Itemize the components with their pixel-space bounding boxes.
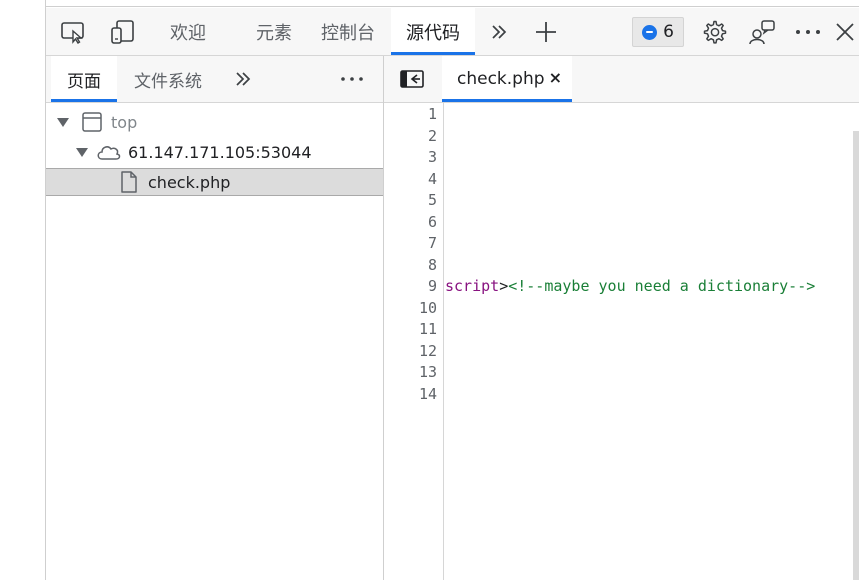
- tree-item-top[interactable]: top: [46, 108, 383, 136]
- line-number: 8: [427, 256, 437, 274]
- code-tag-close: >: [499, 277, 509, 295]
- tree-item-file[interactable]: check.php: [46, 168, 383, 196]
- device-toggle-icon: [110, 19, 136, 45]
- devtools-window: 欢迎 元素 控制台 源代码 6 页面 文件系统 top 61.147.171.1…: [0, 0, 859, 580]
- toggle-sidebar-icon: [399, 69, 425, 89]
- vertical-scrollbar[interactable]: [853, 131, 859, 580]
- settings-button[interactable]: [696, 8, 732, 55]
- window-top-edge: [0, 0, 859, 7]
- frame-icon: [81, 111, 103, 133]
- line-number: 6: [427, 213, 437, 231]
- expand-arrow-icon[interactable]: [76, 147, 88, 157]
- tree-item-host[interactable]: 61.147.171.105:53044: [46, 138, 383, 166]
- line-number: 4: [427, 170, 437, 188]
- more-options-icon: [340, 76, 364, 82]
- issues-icon: [642, 24, 658, 40]
- line-number: 2: [427, 127, 437, 145]
- toggle-navigator-button[interactable]: [394, 56, 430, 102]
- tab-filesystem[interactable]: 文件系统: [122, 56, 214, 102]
- device-toggle-button[interactable]: [104, 8, 142, 55]
- close-devtools-button[interactable]: [832, 8, 858, 55]
- line-number: 3: [427, 148, 437, 166]
- feedback-button[interactable]: [744, 8, 780, 55]
- line-number: 7: [427, 234, 437, 252]
- line-number: 5: [427, 191, 437, 209]
- expand-arrow-icon[interactable]: [57, 117, 69, 127]
- tab-filesystem-label: 文件系统: [134, 71, 202, 92]
- tab-sources[interactable]: 源代码: [391, 8, 475, 55]
- page-area: [0, 0, 46, 580]
- tree-item-label: check.php: [148, 172, 231, 192]
- line-number: 10: [418, 299, 437, 317]
- more-tabs-icon: [490, 23, 508, 41]
- inspect-button[interactable]: [54, 8, 92, 55]
- code-comment: <!--maybe you need a dictionary-->: [508, 277, 816, 295]
- editor-tabs: check.php ×: [384, 56, 859, 103]
- add-tab-icon: [534, 20, 558, 44]
- tree-item-label: 61.147.171.105:53044: [128, 142, 312, 162]
- chevron-double-right-icon: [234, 70, 252, 88]
- line-number: 13: [418, 363, 437, 381]
- line-number: 1: [427, 105, 437, 123]
- tab-check-php[interactable]: check.php ×: [442, 56, 572, 102]
- tab-welcome-label: 欢迎: [170, 22, 206, 44]
- close-icon: [835, 22, 855, 42]
- tab-console-label: 控制台: [321, 22, 375, 44]
- tab-page-label: 页面: [67, 71, 101, 92]
- file-tab-label: check.php: [457, 69, 545, 89]
- tree-item-label: top: [111, 112, 138, 132]
- tab-page[interactable]: 页面: [51, 56, 117, 102]
- tab-elements-label: 元素: [256, 22, 292, 44]
- tab-elements[interactable]: 元素: [236, 8, 312, 55]
- add-tab-button[interactable]: [530, 8, 562, 55]
- devtools-toolbar: 欢迎 元素 控制台 源代码 6: [46, 8, 859, 56]
- line-number: 11: [418, 320, 437, 338]
- cloud-icon: [96, 143, 122, 161]
- line-number: 9: [427, 277, 437, 295]
- more-tabs-button[interactable]: [484, 8, 514, 55]
- code-tag-name: script: [445, 277, 500, 295]
- issues-count: 6: [663, 22, 674, 42]
- settings-icon: [701, 19, 727, 45]
- file-icon: [119, 170, 139, 194]
- more-options-icon: [795, 28, 821, 36]
- issues-badge[interactable]: 6: [632, 17, 684, 47]
- more-options-button[interactable]: [790, 8, 826, 55]
- code-editor[interactable]: 1 2 3 4 5 6 7 8 9 10 11 12 13 14 script>…: [384, 103, 859, 580]
- tab-welcome[interactable]: 欢迎: [150, 8, 226, 55]
- navigator-menu-button[interactable]: [336, 56, 368, 102]
- navigator-more-button[interactable]: [228, 56, 258, 102]
- inspect-icon: [60, 20, 86, 44]
- close-tab-icon[interactable]: ×: [549, 68, 562, 87]
- line-number: 12: [418, 342, 437, 360]
- tab-console[interactable]: 控制台: [312, 8, 384, 55]
- line-number: 14: [418, 385, 437, 403]
- tab-sources-label: 源代码: [406, 22, 460, 44]
- line-gutter: 1 2 3 4 5 6 7 8 9 10 11 12 13 14: [384, 103, 444, 580]
- code-line-9: script><!--maybe you need a dictionary--…: [445, 277, 815, 295]
- feedback-icon: [748, 19, 776, 45]
- navigator-tabs: 页面 文件系统: [46, 56, 383, 103]
- file-tree: top 61.147.171.105:53044 check.php: [46, 103, 383, 580]
